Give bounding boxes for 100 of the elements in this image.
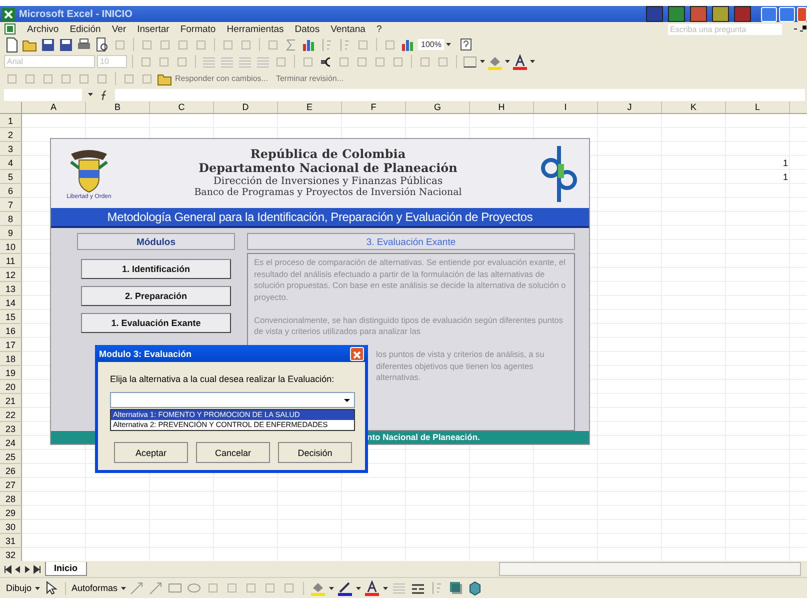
row-header[interactable]: 18 [0, 352, 22, 366]
row-header[interactable]: 11 [0, 254, 22, 268]
row-header[interactable]: 12 [0, 268, 22, 282]
row-header[interactable]: 19 [0, 366, 22, 380]
row-header[interactable]: 2 [0, 128, 22, 142]
arrow-tool-icon[interactable] [148, 580, 164, 596]
3d-box-icon[interactable] [466, 580, 483, 596]
close-button[interactable] [350, 346, 364, 360]
office-app-icon[interactable] [690, 6, 707, 22]
menu-item[interactable]: Ventana [330, 24, 366, 34]
save-icon[interactable] [58, 36, 74, 52]
font-color-icon[interactable] [512, 54, 528, 70]
caret-icon[interactable] [480, 60, 485, 63]
caret-icon[interactable] [356, 586, 361, 590]
column-header[interactable]: D [214, 102, 278, 113]
menu-item[interactable]: Archivo [27, 24, 59, 34]
menu-item[interactable]: Insertar [137, 24, 170, 34]
column-header[interactable]: K [662, 102, 726, 113]
draw-menu-button[interactable]: Dibujo [6, 583, 32, 593]
font-color-icon[interactable] [364, 580, 380, 596]
row-header[interactable]: 30 [0, 520, 22, 534]
caret-icon[interactable] [34, 586, 40, 590]
column-header[interactable]: B [86, 102, 150, 113]
function-icon[interactable] [99, 88, 109, 100]
sheet-tab[interactable]: Inicio [45, 562, 87, 576]
close-workbook-icon[interactable] [793, 25, 807, 33]
row-header[interactable]: 8 [0, 212, 22, 226]
shadow-icon[interactable] [448, 580, 464, 596]
caret-icon[interactable] [446, 43, 452, 46]
row-header[interactable]: 6 [0, 184, 22, 198]
row-header[interactable]: 13 [0, 282, 22, 296]
caret-icon[interactable] [328, 586, 334, 590]
row-header[interactable]: 29 [0, 506, 22, 520]
menu-item[interactable]: Herramientas [226, 24, 284, 34]
column-header[interactable]: H [470, 102, 534, 113]
row-header[interactable]: 22 [0, 408, 22, 422]
menu-item[interactable]: Edición [70, 24, 101, 34]
row-header[interactable]: 23 [0, 422, 22, 436]
row-header[interactable]: 25 [0, 450, 22, 464]
row-header[interactable]: 24 [0, 436, 22, 450]
review-reply-button[interactable]: Responder con cambios... [175, 74, 268, 83]
autoshapes-menu-button[interactable]: Autoformas [72, 583, 118, 593]
horizontal-scrollbar[interactable] [499, 562, 801, 576]
help-question-field[interactable]: Escriba una pregunta [668, 24, 782, 34]
row-header[interactable]: 3 [0, 142, 22, 156]
workbook-icon[interactable] [4, 23, 16, 35]
menu-item[interactable]: ? [376, 24, 382, 34]
formula-field[interactable] [115, 88, 805, 100]
row-header[interactable]: 31 [0, 534, 22, 548]
dialog-button[interactable]: Aceptar [114, 442, 188, 463]
print-preview-icon[interactable] [94, 36, 110, 52]
row-header[interactable]: 5 [0, 170, 22, 184]
module-button[interactable]: 1. Identificación [81, 259, 231, 279]
column-header[interactable]: J [598, 102, 662, 113]
caret-icon[interactable] [120, 586, 126, 590]
row-header[interactable]: 4 [0, 156, 22, 170]
help-icon[interactable] [458, 36, 474, 52]
row-header[interactable]: 17 [0, 338, 22, 352]
menu-item[interactable]: Ver [112, 24, 126, 34]
caret-icon[interactable] [530, 60, 535, 63]
row-header[interactable]: 28 [0, 492, 22, 506]
menu-item[interactable]: Formato [180, 24, 216, 34]
module-button[interactable]: 1. Evaluación Exante [81, 313, 231, 333]
office-app-icon[interactable] [668, 6, 685, 22]
row-header[interactable]: 20 [0, 380, 22, 394]
tab-scroll-icon[interactable] [3, 564, 12, 574]
row-header[interactable]: 14 [0, 296, 22, 310]
row-header[interactable]: 21 [0, 394, 22, 408]
module-button[interactable]: 2. Preparación [81, 286, 231, 306]
save-icon[interactable] [40, 36, 56, 52]
column-header[interactable]: A [22, 102, 86, 113]
row-header[interactable]: 10 [0, 240, 22, 254]
menu-item[interactable]: Datos [294, 24, 320, 34]
row-header[interactable]: 32 [0, 548, 22, 561]
row-header[interactable]: 16 [0, 324, 22, 338]
end-review-button[interactable]: Terminar revisión... [276, 74, 344, 83]
row-header[interactable]: 26 [0, 464, 22, 478]
tab-scroll-icon[interactable] [33, 564, 42, 574]
column-header[interactable]: I [534, 102, 598, 113]
row-header[interactable]: 15 [0, 310, 22, 324]
column-header[interactable]: F [342, 102, 406, 113]
fill-color-icon[interactable] [310, 580, 326, 596]
name-box[interactable] [4, 88, 82, 100]
dialog-button[interactable]: Cancelar [196, 442, 270, 463]
column-header[interactable]: C [150, 102, 214, 113]
column-header[interactable]: L [726, 102, 790, 113]
caret-icon[interactable] [382, 586, 388, 590]
row-header[interactable]: 1 [0, 114, 22, 128]
caret-icon[interactable] [505, 60, 510, 63]
borders-icon[interactable] [462, 54, 478, 70]
dialog-button[interactable]: Decisión [278, 442, 352, 463]
line-color-icon[interactable] [336, 580, 353, 596]
maximize-button[interactable] [779, 6, 795, 22]
row-header[interactable]: 9 [0, 226, 22, 240]
zoom-field[interactable]: 100% [418, 39, 444, 50]
office-app-icon[interactable] [712, 6, 729, 22]
caret-icon[interactable] [88, 93, 93, 96]
row-header[interactable]: 7 [0, 198, 22, 212]
column-header[interactable]: E [278, 102, 342, 113]
column-header[interactable]: G [406, 102, 470, 113]
